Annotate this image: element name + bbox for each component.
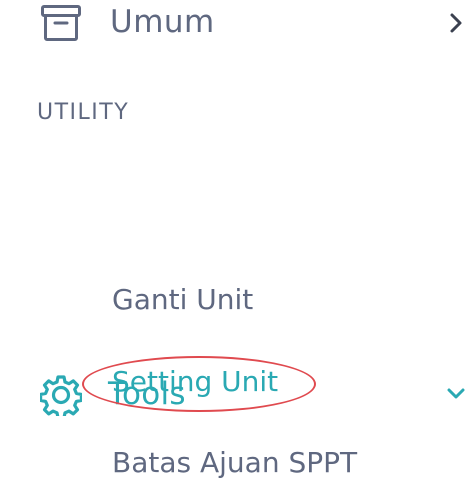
gear-icon (40, 375, 82, 416)
chevron-right-icon (450, 13, 462, 33)
sidebar-item-umum[interactable]: Umum (0, 0, 465, 50)
archive-icon (41, 5, 81, 41)
sidebar-item-tools[interactable]: Tools (0, 185, 465, 416)
submenu-item-setting-unit[interactable]: Setting Unit (112, 365, 278, 398)
sidebar-item-label: Umum (110, 4, 215, 40)
chevron-down-icon (447, 388, 465, 399)
section-heading-utility: UTILITY (37, 100, 130, 125)
submenu-item-batas-ajuan-sppt[interactable]: Batas Ajuan SPPT (112, 446, 357, 479)
submenu-item-ganti-unit[interactable]: Ganti Unit (112, 283, 253, 316)
sidebar-menu: Umum UTILITY Tools Ganti Unit Setting Un… (0, 0, 465, 481)
